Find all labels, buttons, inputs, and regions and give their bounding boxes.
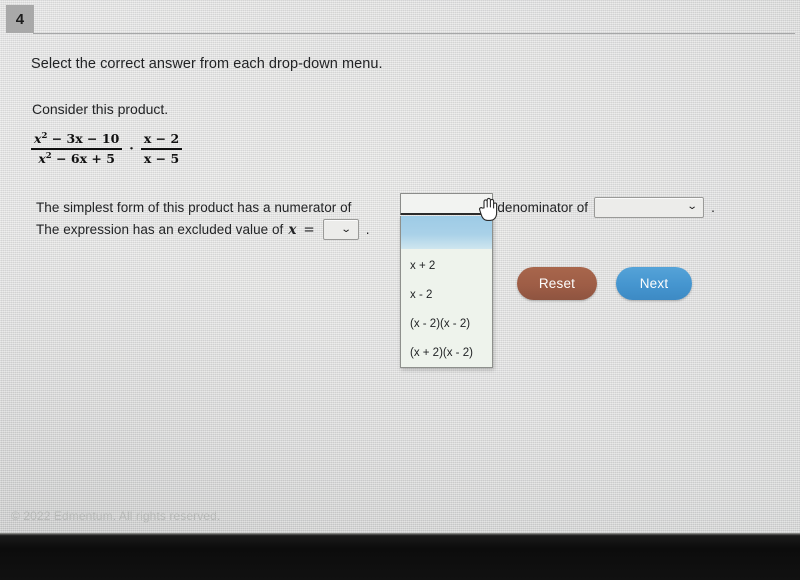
fraction-one-numerator: x2 − 3x − 10 [34,131,120,147]
denominator-dropdown[interactable]: ⌄ [594,196,705,218]
fraction-two-denominator: x − 5 [143,150,180,166]
list-item[interactable]: x + 2 [401,249,492,280]
variable-x: x [288,221,297,238]
fraction-two-numerator: x − 2 [143,131,180,147]
monitor-bottom-bezel [0,536,800,580]
list-item[interactable]: (x - 2)(x - 2) [401,309,492,338]
chevron-down-icon: ⌄ [686,201,698,212]
numerator-dropdown[interactable] [400,193,493,215]
screen-surface: 4 Select the correct answer from each dr… [0,0,800,536]
list-item[interactable]: x - 2 [401,280,492,309]
fraction-one-denominator: x2 − 6x + 5 [38,150,115,166]
sentence1-period: . [711,199,715,215]
fraction-one: x2 − 3x − 10 x2 − 6x + 5 [31,131,123,167]
header-divider [33,33,795,34]
chevron-down-icon: ⌄ [340,223,353,235]
photographed-screen: 4 Select the correct answer from each dr… [0,0,800,580]
prompt-text: Consider this product. [32,101,169,117]
excluded-value-dropdown[interactable]: ⌄ [322,219,359,240]
sentence2-period: . [365,222,370,237]
sentence2-part-a: The expression has an excluded value of [36,222,284,237]
copyright-footer: © 2022 Edmentum. All rights reserved. [11,509,221,523]
fraction-one-numerator-rest: − 3x − 10 [47,131,120,147]
list-item[interactable] [401,216,492,249]
multiplication-dot: · [129,142,134,158]
next-button[interactable]: Next [616,267,692,300]
numerator-dropdown-list[interactable]: x + 2 x - 2 (x - 2)(x - 2) (x + 2)(x - 2… [400,216,493,368]
fraction-two: x − 2 x − 5 [140,131,183,167]
question-number-tab[interactable]: 4 [6,5,34,33]
instruction-text: Select the correct answer from each drop… [31,56,383,72]
sentence1-part-a: The simplest form of this product has a … [36,199,352,215]
equals-sign: = [303,221,315,238]
math-expression: x2 − 3x − 10 x2 − 6x + 5 · x − 2 x − 5 [31,131,183,167]
assessment-page: 4 Select the correct answer from each dr… [0,0,800,536]
sentence-excluded-value: The expression has an excluded value of … [36,219,370,240]
sentence-numerator-denominator: The simplest form of this product has a … [36,196,715,218]
list-item[interactable]: (x + 2)(x - 2) [401,338,492,367]
fraction-one-denominator-rest: − 6x + 5 [51,150,115,166]
reset-button[interactable]: Reset [517,267,597,300]
